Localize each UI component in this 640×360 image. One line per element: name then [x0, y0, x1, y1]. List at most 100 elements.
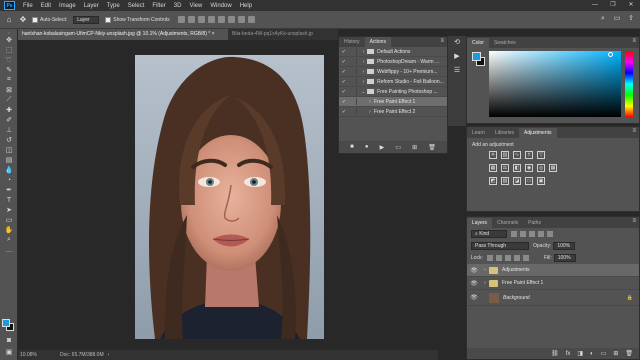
align-bottom-icon[interactable]	[227, 16, 235, 23]
eraser-tool-icon[interactable]: ◫	[0, 145, 18, 155]
collapse-icon[interactable]: ⌄	[360, 89, 368, 95]
zoom-level[interactable]: 10.08%	[20, 352, 60, 358]
dialog-toggle[interactable]	[349, 68, 357, 75]
tab-history[interactable]: History	[339, 37, 365, 47]
action-row[interactable]: ✓ › Free Paint Effect 2	[339, 107, 447, 117]
menu-layer[interactable]: Layer	[84, 3, 99, 9]
lasso-tool-icon[interactable]: ➰	[0, 55, 18, 65]
menu-window[interactable]: Window	[210, 3, 231, 9]
rectangle-tool-icon[interactable]: ▭	[0, 215, 18, 225]
brightness-contrast-icon[interactable]: ☀	[489, 151, 497, 159]
history-panel-icon[interactable]: ⟲	[448, 36, 466, 50]
move-tool-icon[interactable]: ✥	[0, 35, 18, 45]
align-center-icon[interactable]	[187, 16, 195, 23]
action-set-row[interactable]: ✓ › Default Actions	[339, 47, 447, 57]
foreground-color-swatch[interactable]	[2, 319, 10, 327]
dialog-toggle[interactable]	[349, 48, 357, 55]
brush-tool-icon[interactable]: ✐	[0, 115, 18, 125]
eye-icon[interactable]: 👁	[467, 294, 481, 301]
hue-saturation-icon[interactable]: ▦	[489, 164, 497, 172]
eye-icon[interactable]: 👁	[467, 267, 481, 274]
check-icon[interactable]: ✓	[339, 99, 349, 105]
channel-mixer-icon[interactable]: ◎	[537, 164, 545, 172]
menu-select[interactable]: Select	[128, 3, 145, 9]
check-icon[interactable]: ✓	[339, 89, 349, 95]
menu-help[interactable]: Help	[240, 3, 252, 9]
more-align-icon[interactable]	[247, 16, 255, 23]
action-set-row[interactable]: ✓ › Webflippy - 10+ Premium...	[339, 67, 447, 77]
action-row-selected[interactable]: ✓ › Free Paint Effect 1	[339, 97, 447, 107]
new-layer-icon[interactable]: ⊞	[613, 350, 618, 357]
exposure-icon[interactable]: ±	[525, 151, 533, 159]
tab-swatches[interactable]: Swatches	[489, 38, 521, 48]
new-adjustment-icon[interactable]: ◐	[590, 351, 594, 357]
path-selection-tool-icon[interactable]: ➤	[0, 205, 18, 215]
black-white-icon[interactable]: ◧	[513, 164, 521, 172]
blend-mode-dropdown[interactable]: Pass Through	[471, 242, 529, 250]
dialog-toggle[interactable]	[349, 108, 357, 115]
eyedropper-tool-icon[interactable]: ⟋	[0, 95, 18, 105]
close-tab-icon[interactable]: ×	[212, 31, 215, 37]
quick-mask-icon[interactable]: ◙	[0, 335, 18, 345]
invert-icon[interactable]: ◩	[489, 177, 497, 185]
workspace-icon[interactable]: ▭	[612, 14, 622, 24]
curves-icon[interactable]: ∿	[513, 151, 521, 159]
layer-row[interactable]: 👁 › Free Paint Effect 1	[467, 277, 639, 290]
trash-icon[interactable]: 🗑	[428, 144, 436, 151]
expand-icon[interactable]: ›	[481, 267, 489, 273]
new-set-icon[interactable]: ▭	[395, 144, 401, 151]
lock-transparency-icon[interactable]	[486, 255, 493, 261]
levels-icon[interactable]: ▥	[501, 151, 509, 159]
add-mask-icon[interactable]: ◨	[577, 350, 583, 357]
color-balance-icon[interactable]: ⚖	[501, 164, 509, 172]
dialog-toggle[interactable]	[349, 78, 357, 85]
menu-3d[interactable]: 3D	[174, 3, 182, 9]
move-tool-icon[interactable]: ✥	[18, 15, 28, 25]
gradient-tool-icon[interactable]: ▤	[0, 155, 18, 165]
filter-smart-icon[interactable]	[547, 231, 553, 237]
panel-menu-icon[interactable]: ≡	[440, 38, 444, 44]
lock-artboard-icon[interactable]	[513, 255, 520, 261]
selective-color-icon[interactable]: ▣	[537, 177, 545, 185]
history-brush-tool-icon[interactable]: ↺	[0, 135, 18, 145]
color-lookup-icon[interactable]: ▦	[549, 164, 557, 172]
filter-shape-icon[interactable]	[538, 231, 544, 237]
actions-panel-icon[interactable]: ▶	[448, 50, 466, 64]
portrait-photo[interactable]	[135, 55, 324, 339]
document-tab-inactive[interactable]: Bila-beda-4W-pq1x4yKk-unsplash.jp	[228, 29, 338, 40]
clone-stamp-tool-icon[interactable]: ⊥	[0, 125, 18, 135]
tab-paths[interactable]: Paths	[523, 218, 546, 228]
panel-menu-icon[interactable]: ≡	[632, 218, 636, 224]
tab-color[interactable]: Color	[467, 37, 489, 48]
check-icon[interactable]: ✓	[339, 109, 349, 115]
layer-row-selected[interactable]: 👁 › Adjustments	[467, 264, 639, 277]
tab-learn[interactable]: Learn	[467, 128, 490, 138]
expand-icon[interactable]: ›	[366, 99, 374, 105]
new-group-icon[interactable]: ▭	[601, 350, 607, 357]
properties-panel-icon[interactable]: ☰	[448, 64, 466, 78]
frame-tool-icon[interactable]: ⊠	[0, 85, 18, 95]
trash-icon[interactable]: 🗑	[625, 350, 633, 357]
lock-all-icon[interactable]	[522, 255, 529, 261]
filter-type-icon[interactable]	[529, 231, 535, 237]
layer-style-icon[interactable]: fx	[566, 351, 571, 357]
tab-actions[interactable]: Actions	[364, 37, 391, 47]
action-set-row[interactable]: ✓ › PhotoshopDream - Warm ...	[339, 57, 447, 67]
pen-tool-icon[interactable]: ✒	[0, 185, 18, 195]
search-icon[interactable]: ⌕	[598, 14, 608, 24]
record-icon[interactable]: ●	[365, 144, 369, 150]
healing-brush-tool-icon[interactable]: ✚	[0, 105, 18, 115]
panel-menu-icon[interactable]: ≡	[632, 128, 636, 134]
tab-libraries[interactable]: Libraries	[490, 128, 519, 138]
expand-icon[interactable]: ›	[360, 79, 368, 85]
posterize-icon[interactable]: ▨	[501, 177, 509, 185]
check-icon[interactable]: ✓	[339, 49, 349, 55]
stop-icon[interactable]: ■	[350, 144, 354, 150]
menu-type[interactable]: Type	[107, 3, 120, 9]
foreground-color-swatch[interactable]	[472, 52, 481, 61]
align-left-icon[interactable]	[177, 16, 185, 23]
vibrance-icon[interactable]: ▽	[537, 151, 545, 159]
opacity-input[interactable]: 100%	[553, 242, 576, 250]
show-transform-checkbox[interactable]	[105, 16, 112, 23]
expand-icon[interactable]: ›	[360, 69, 368, 75]
